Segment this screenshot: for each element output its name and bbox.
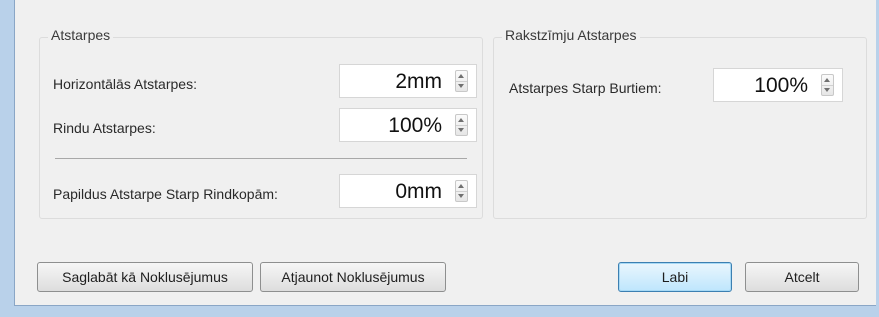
letter-spacing-spinbox[interactable]: 100%: [713, 68, 843, 102]
line-spacing-label: Rindu Atstarpes:: [53, 120, 156, 136]
horizontal-spacing-label: Horizontālās Atstarpes:: [53, 76, 197, 92]
paragraph-spacing-spinbox[interactable]: 0mm: [339, 174, 477, 208]
paragraph-spacing-stepper[interactable]: [455, 180, 468, 202]
spin-down-icon[interactable]: [458, 128, 464, 132]
save-defaults-button[interactable]: Saglabāt kā Noklusējumus: [37, 262, 253, 292]
paragraph-spacing-label: Papildus Atstarpe Starp Rindkopām:: [53, 186, 278, 202]
horizontal-spacing-stepper[interactable]: [455, 70, 468, 92]
letter-spacing-label: Atstarpes Starp Burtiem:: [509, 80, 662, 96]
line-spacing-value[interactable]: 100%: [388, 114, 442, 138]
spin-down-icon[interactable]: [458, 84, 464, 88]
spin-up-icon[interactable]: [458, 118, 464, 122]
ok-button[interactable]: Labi: [618, 262, 732, 292]
spacing-dialog: Atstarpes Rakstzīmju Atstarpes Horizontā…: [14, 0, 876, 306]
spin-up-icon[interactable]: [824, 78, 830, 82]
char-spacing-group-title: Rakstzīmju Atstarpes: [502, 27, 640, 43]
cancel-button[interactable]: Atcelt: [745, 262, 859, 292]
paragraph-spacing-value[interactable]: 0mm: [395, 180, 442, 204]
letter-spacing-value[interactable]: 100%: [754, 74, 808, 98]
spin-down-icon[interactable]: [458, 194, 464, 198]
line-spacing-stepper[interactable]: [455, 114, 468, 136]
spin-up-icon[interactable]: [458, 184, 464, 188]
line-spacing-spinbox[interactable]: 100%: [339, 108, 477, 142]
spacing-separator: [55, 158, 467, 159]
char-spacing-group: Rakstzīmju Atstarpes: [493, 27, 867, 219]
spacing-group-title: Atstarpes: [48, 27, 114, 43]
horizontal-spacing-spinbox[interactable]: 2mm: [339, 64, 477, 98]
spin-up-icon[interactable]: [458, 74, 464, 78]
spin-down-icon[interactable]: [824, 88, 830, 92]
letter-spacing-stepper[interactable]: [821, 74, 834, 96]
horizontal-spacing-value[interactable]: 2mm: [395, 70, 442, 94]
restore-defaults-button[interactable]: Atjaunot Noklusējumus: [260, 262, 446, 292]
